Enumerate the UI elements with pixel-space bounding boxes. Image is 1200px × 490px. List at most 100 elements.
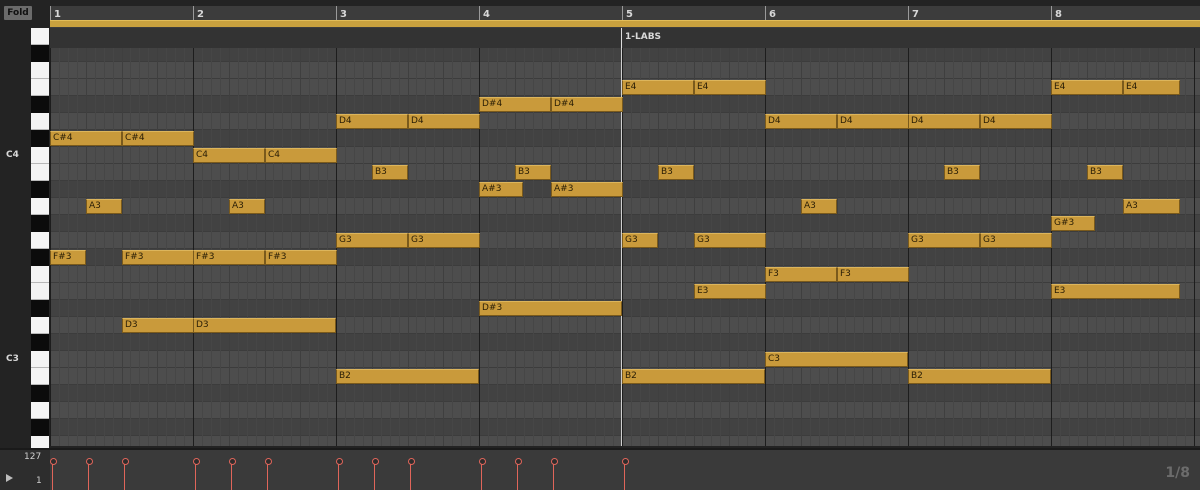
piano-key[interactable] xyxy=(31,283,49,300)
velocity-stem[interactable] xyxy=(124,462,125,490)
midi-note[interactable]: B3 xyxy=(1087,165,1123,180)
piano-key[interactable] xyxy=(31,164,49,181)
midi-note[interactable]: D3 xyxy=(193,318,336,333)
velocity-stem[interactable] xyxy=(267,462,268,490)
midi-note[interactable]: D#3 xyxy=(479,301,622,316)
midi-note[interactable]: B2 xyxy=(908,369,1051,384)
note-lane[interactable] xyxy=(50,130,1200,147)
piano-key[interactable] xyxy=(31,351,49,368)
midi-note[interactable]: G#3 xyxy=(1051,216,1095,231)
midi-note[interactable]: B3 xyxy=(515,165,551,180)
piano-key[interactable] xyxy=(31,28,49,45)
note-lane[interactable] xyxy=(50,62,1200,79)
midi-note[interactable]: A3 xyxy=(801,199,837,214)
midi-note[interactable]: E4 xyxy=(694,80,766,95)
midi-note[interactable]: F3 xyxy=(837,267,909,282)
velocity-stem[interactable] xyxy=(481,462,482,490)
piano-key[interactable] xyxy=(31,385,49,402)
midi-note[interactable]: B2 xyxy=(336,369,479,384)
midi-note[interactable]: F#3 xyxy=(265,250,337,265)
midi-note[interactable]: A3 xyxy=(229,199,265,214)
midi-note[interactable]: F#3 xyxy=(193,250,265,265)
velocity-handle[interactable] xyxy=(193,458,200,465)
piano-key[interactable] xyxy=(31,147,49,164)
midi-note[interactable]: E4 xyxy=(1123,80,1180,95)
midi-note[interactable]: E4 xyxy=(622,80,694,95)
velocity-stem[interactable] xyxy=(88,462,89,490)
velocity-stem[interactable] xyxy=(231,462,232,490)
piano-key[interactable] xyxy=(31,79,49,96)
midi-note[interactable]: F3 xyxy=(765,267,837,282)
piano-key[interactable] xyxy=(31,232,49,249)
note-grid[interactable]: C#4C#4A3F#3F#3D3F#2C4C4A3F#3F#3D3D4D4B3G… xyxy=(50,48,1200,446)
piano-key[interactable] xyxy=(31,402,49,419)
note-lane[interactable] xyxy=(50,351,1200,368)
velocity-stem[interactable] xyxy=(338,462,339,490)
note-lane[interactable] xyxy=(50,215,1200,232)
note-lane[interactable] xyxy=(50,385,1200,402)
piano-keyboard[interactable]: C4 C3 xyxy=(0,28,50,487)
velocity-handle[interactable] xyxy=(229,458,236,465)
note-lane[interactable] xyxy=(50,266,1200,283)
velocity-handle[interactable] xyxy=(86,458,93,465)
midi-note[interactable]: B3 xyxy=(372,165,408,180)
midi-note[interactable]: G3 xyxy=(908,233,980,248)
midi-note[interactable]: G3 xyxy=(694,233,766,248)
velocity-handle[interactable] xyxy=(551,458,558,465)
velocity-editor[interactable]: 127 1 1/8 xyxy=(0,448,1200,490)
midi-note[interactable]: D#4 xyxy=(551,97,623,112)
midi-note[interactable]: D3 xyxy=(122,318,194,333)
midi-note[interactable]: B3 xyxy=(944,165,980,180)
piano-key[interactable] xyxy=(31,198,49,215)
midi-note[interactable]: A#3 xyxy=(551,182,623,197)
midi-note[interactable]: B3 xyxy=(658,165,694,180)
velocity-handle[interactable] xyxy=(622,458,629,465)
note-lane[interactable] xyxy=(50,334,1200,351)
midi-note[interactable]: E4 xyxy=(1051,80,1123,95)
piano-key[interactable] xyxy=(31,249,49,266)
piano-key[interactable] xyxy=(31,130,49,147)
midi-note[interactable]: F#3 xyxy=(122,250,194,265)
note-lane[interactable] xyxy=(50,164,1200,181)
midi-note[interactable]: G3 xyxy=(622,233,658,248)
note-lane[interactable] xyxy=(50,402,1200,419)
midi-note[interactable]: C#4 xyxy=(50,131,122,146)
velocity-stem[interactable] xyxy=(624,462,625,490)
piano-key[interactable] xyxy=(31,62,49,79)
note-lane[interactable] xyxy=(50,48,1200,62)
piano-key[interactable] xyxy=(31,215,49,232)
midi-note[interactable]: D4 xyxy=(408,114,480,129)
note-lane[interactable] xyxy=(50,436,1200,446)
midi-note[interactable]: B2 xyxy=(622,369,765,384)
grid-size-label[interactable]: 1/8 xyxy=(1165,465,1190,481)
velocity-stem[interactable] xyxy=(553,462,554,490)
note-lane[interactable] xyxy=(50,181,1200,198)
clip-marker-strip[interactable]: 1-LABS xyxy=(50,28,1200,49)
loop-brace[interactable] xyxy=(50,20,1200,27)
velocity-handle[interactable] xyxy=(50,458,57,465)
midi-note[interactable]: A3 xyxy=(86,199,122,214)
midi-note[interactable]: D4 xyxy=(908,114,980,129)
piano-key[interactable] xyxy=(31,419,49,436)
velocity-stem[interactable] xyxy=(410,462,411,490)
velocity-handle[interactable] xyxy=(122,458,129,465)
velocity-handle[interactable] xyxy=(408,458,415,465)
midi-note[interactable]: G3 xyxy=(980,233,1052,248)
fold-button[interactable]: Fold xyxy=(4,6,32,20)
velocity-lane[interactable] xyxy=(50,450,1200,490)
note-lane[interactable] xyxy=(50,300,1200,317)
piano-key[interactable] xyxy=(31,266,49,283)
midi-note[interactable]: E3 xyxy=(694,284,766,299)
velocity-handle[interactable] xyxy=(265,458,272,465)
velocity-stem[interactable] xyxy=(195,462,196,490)
velocity-stem[interactable] xyxy=(52,462,53,490)
midi-note[interactable]: C#4 xyxy=(122,131,194,146)
piano-key[interactable] xyxy=(31,96,49,113)
note-lane[interactable] xyxy=(50,198,1200,215)
note-lane[interactable] xyxy=(50,283,1200,300)
midi-note[interactable]: C3 xyxy=(765,352,908,367)
midi-note[interactable]: D4 xyxy=(837,114,909,129)
clip-start-marker[interactable] xyxy=(621,28,622,48)
note-lane[interactable] xyxy=(50,419,1200,436)
piano-key[interactable] xyxy=(31,300,49,317)
